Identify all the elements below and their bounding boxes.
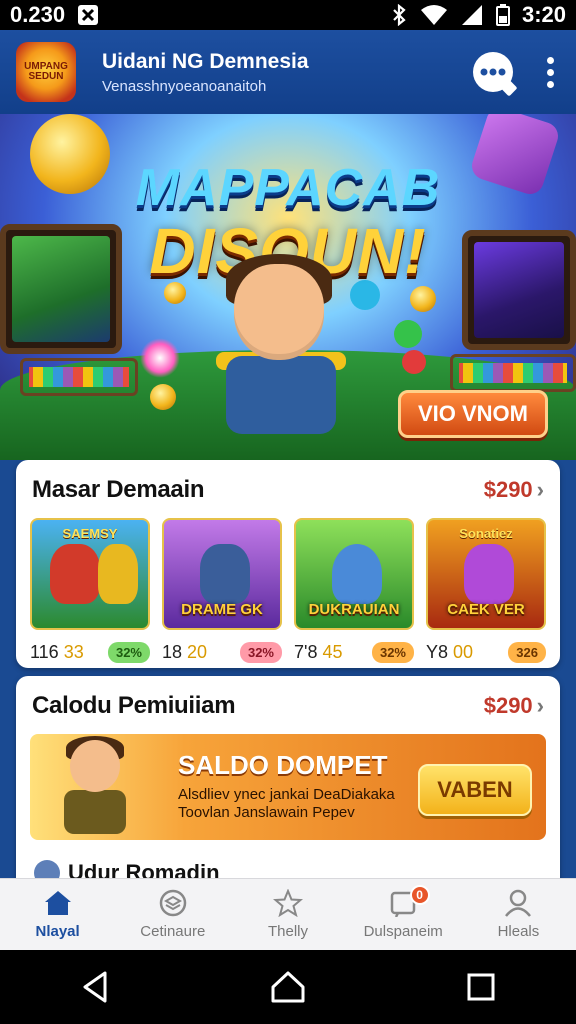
- profile-icon: [505, 889, 532, 917]
- hero-banner[interactable]: MAPPACAB DISOUN! VIO VNOM: [0, 114, 576, 460]
- status-bar: 0.230 3:20: [0, 0, 576, 30]
- nav-label: Dulspaneim: [363, 923, 443, 940]
- app-title: Uidani NG Demnesia: [102, 49, 309, 73]
- nav-item-cetinaure[interactable]: Cetinaure: [115, 879, 230, 950]
- nav-label: Hleals: [497, 923, 540, 940]
- game-list: SAEMSY 116 33 32% DRAME GK 18 20 32% DUK…: [16, 504, 560, 663]
- game-count: 7'8 45: [294, 642, 343, 662]
- recents-icon[interactable]: [467, 973, 495, 1001]
- nav-label: Thelly: [268, 923, 309, 940]
- chevron-right-icon: ›: [536, 693, 544, 718]
- coin-decoration: [410, 286, 436, 312]
- section-card-2: Calodu Pemiuiiam $290 › SALDO DOMPET Als…: [16, 676, 560, 878]
- game-label: DUKRAUIAN: [308, 601, 400, 618]
- hero-title-line1: MAPPACAB: [135, 159, 441, 217]
- section-price: $290: [483, 477, 533, 502]
- game-card[interactable]: DUKRAUIAN 7'8 45 32%: [294, 518, 414, 663]
- shield-icon: [159, 889, 187, 917]
- status-time: 3:20: [521, 2, 566, 27]
- nav-item-hleals[interactable]: Hleals: [461, 879, 576, 950]
- notification-app-icon: [77, 4, 99, 26]
- chat-button[interactable]: [473, 52, 513, 92]
- system-navigation-bar: [0, 950, 576, 1024]
- next-section-header: Udur Romadin: [34, 860, 220, 878]
- game-discount-badge: 32%: [107, 642, 150, 663]
- avatar-icon: [34, 860, 60, 878]
- nav-item-dulspaneim[interactable]: 0 Dulspaneim: [346, 879, 461, 950]
- section-price: $290: [483, 693, 533, 718]
- section-price-link[interactable]: $290 ›: [484, 693, 544, 719]
- main-content[interactable]: Masar Demaain $290 › SAEMSY 116 33 32% D…: [0, 460, 576, 878]
- chip-decoration: [394, 320, 422, 348]
- notification-badge: 0: [409, 885, 430, 905]
- promo-character: [50, 736, 140, 836]
- game-top-text: SAEMSY: [62, 526, 118, 541]
- bottom-navigation: Nlayal Cetinaure Thelly 0 Dulspaneim Hle…: [0, 878, 576, 950]
- logo-text: UMPANG SEDUN: [24, 61, 68, 82]
- wifi-icon: [420, 4, 448, 26]
- game-card[interactable]: Sonatiez CAEK VER Y8 00 326: [426, 518, 546, 663]
- nav-item-thelly[interactable]: Thelly: [230, 879, 345, 950]
- section-card-1: Masar Demaain $290 › SAEMSY 116 33 32% D…: [16, 460, 560, 668]
- battery-icon: [495, 4, 510, 26]
- right-keyboard: [450, 354, 576, 392]
- left-keyboard: [20, 358, 138, 396]
- app-subtitle: Venasshnyoeanoanaitoh: [102, 77, 267, 95]
- game-count: 116 33: [30, 642, 84, 662]
- game-discount-badge: 32%: [371, 642, 414, 663]
- signal-icon: [460, 4, 484, 26]
- chevron-right-icon: ›: [536, 477, 544, 502]
- star-icon: [273, 889, 303, 917]
- promo-description: Alsdliev ynec jankai DeaDiakaka Toovlan …: [178, 786, 395, 821]
- nav-item-home[interactable]: Nlayal: [0, 879, 115, 950]
- game-top-text: Sonatiez: [459, 526, 513, 541]
- section-price-link[interactable]: $290 ›: [484, 477, 544, 503]
- game-thumbnail: DUKRAUIAN: [294, 518, 414, 630]
- wallet-promo-banner[interactable]: SALDO DOMPET Alsdliev ynec jankai DeaDia…: [30, 734, 546, 840]
- game-label: DRAME GK: [181, 601, 263, 618]
- nav-label: Cetinaure: [140, 923, 206, 940]
- game-count: 18 20: [162, 642, 208, 662]
- status-left-text: 0.230: [10, 2, 66, 27]
- chip-decoration: [140, 338, 180, 378]
- more-options-icon[interactable]: [541, 53, 560, 92]
- app-logo[interactable]: UMPANG SEDUN: [16, 42, 76, 102]
- game-thumbnail: DRAME GK: [162, 518, 282, 630]
- coin-decoration: [150, 384, 176, 410]
- chip-decoration: [402, 350, 426, 374]
- game-discount-badge: 32%: [239, 642, 282, 663]
- next-section-title: Udur Romadin: [68, 860, 220, 878]
- back-icon[interactable]: [81, 971, 109, 1003]
- app-bar: UMPANG SEDUN Uidani NG Demnesia Venasshn…: [0, 30, 576, 114]
- nav-label: Nlayal: [35, 923, 80, 940]
- home-button-icon[interactable]: [271, 971, 305, 1003]
- game-label: CAEK VER: [447, 601, 525, 618]
- game-card[interactable]: DRAME GK 18 20 32%: [162, 518, 282, 663]
- section-title: Calodu Pemiuiiam: [32, 692, 236, 719]
- hero-cta-button[interactable]: VIO VNOM: [398, 390, 548, 438]
- hero-character: [196, 254, 366, 460]
- game-count: Y8 00: [426, 642, 474, 662]
- game-thumbnail: Sonatiez CAEK VER: [426, 518, 546, 630]
- section-title: Masar Demaain: [32, 476, 205, 503]
- bluetooth-icon: [390, 4, 408, 26]
- promo-title: SALDO DOMPET: [178, 750, 388, 780]
- home-icon: [44, 891, 71, 915]
- chat-icon: [480, 68, 506, 76]
- game-thumbnail: SAEMSY: [30, 518, 150, 630]
- app-title-group: Uidani NG Demnesia Venasshnyoeanoanaitoh: [102, 50, 309, 95]
- game-card[interactable]: SAEMSY 116 33 32%: [30, 518, 150, 663]
- promo-button[interactable]: VABEN: [418, 764, 532, 816]
- game-discount-badge: 326: [508, 642, 546, 663]
